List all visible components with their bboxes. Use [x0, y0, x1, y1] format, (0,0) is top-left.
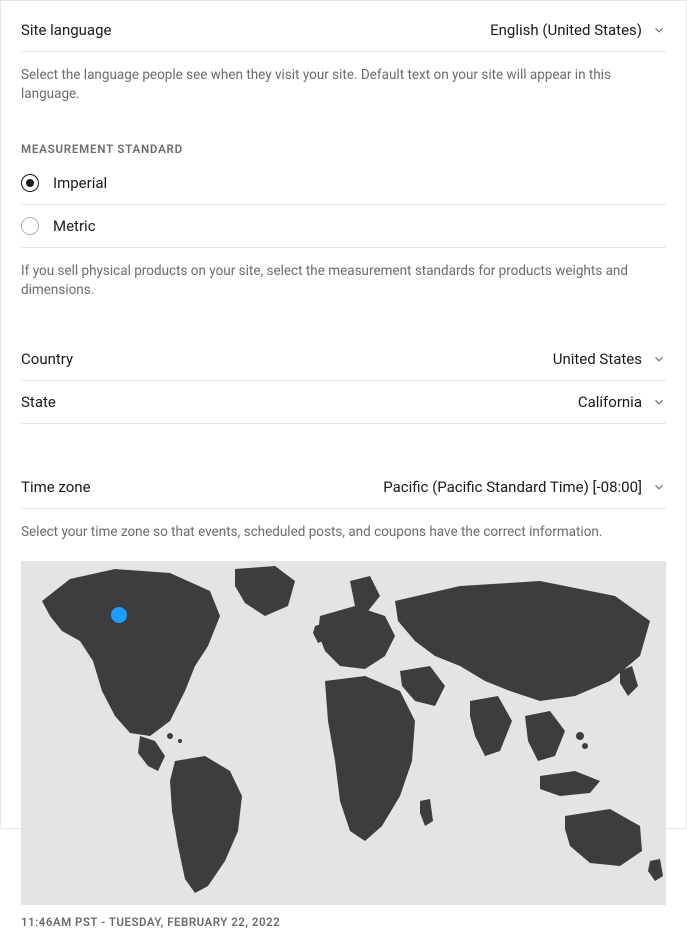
radio-metric[interactable]: Metric: [21, 205, 666, 248]
radio-imperial-label: Imperial: [53, 174, 107, 192]
country-row[interactable]: Country United States: [21, 338, 666, 381]
country-label: Country: [21, 350, 73, 368]
radio-button-unchecked-icon: [21, 217, 39, 235]
measurement-help: If you sell physical products on your si…: [21, 248, 666, 300]
timezone-row[interactable]: Time zone Pacific (Pacific Standard Time…: [21, 466, 666, 509]
chevron-down-icon: [652, 352, 666, 366]
state-row[interactable]: State California: [21, 381, 666, 424]
chevron-down-icon: [652, 395, 666, 409]
timezone-help: Select your time zone so that events, sc…: [21, 509, 666, 542]
timezone-value-wrap: Pacific (Pacific Standard Time) [-08:00]: [383, 478, 666, 496]
world-map[interactable]: [21, 561, 666, 905]
site-language-row[interactable]: Site language English (United States): [21, 21, 666, 52]
current-time-display: 11:46AM PST - Tuesday, February 22, 2022: [21, 915, 666, 929]
measurement-header: Measurement Standard: [21, 142, 666, 156]
radio-metric-label: Metric: [53, 217, 96, 235]
timezone-value: Pacific (Pacific Standard Time) [-08:00]: [383, 478, 642, 496]
timezone-label: Time zone: [21, 478, 91, 496]
site-language-label: Site language: [21, 21, 111, 39]
country-value-wrap: United States: [553, 350, 666, 368]
radio-imperial[interactable]: Imperial: [21, 162, 666, 205]
radio-button-checked-icon: [21, 174, 39, 192]
state-value: California: [578, 393, 642, 411]
site-language-value: English (United States): [490, 21, 642, 39]
chevron-down-icon: [652, 480, 666, 494]
country-value: United States: [553, 350, 642, 368]
state-value-wrap: California: [578, 393, 666, 411]
state-label: State: [21, 393, 56, 411]
site-language-help: Select the language people see when they…: [21, 52, 666, 104]
site-language-value-wrap: English (United States): [490, 21, 666, 39]
chevron-down-icon: [652, 23, 666, 37]
